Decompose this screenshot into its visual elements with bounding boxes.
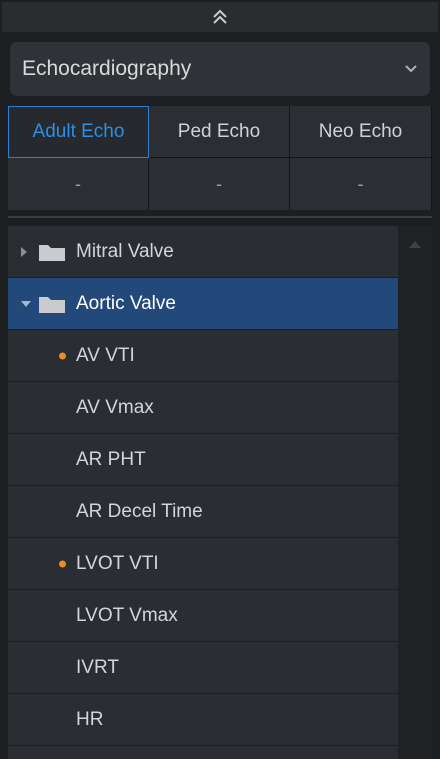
tab-neo-echo-value: - bbox=[290, 158, 432, 210]
tab-adult-echo[interactable]: Adult Echo bbox=[8, 106, 149, 158]
measurement-panel: Echocardiography Adult Echo Ped Echo Neo… bbox=[0, 0, 440, 759]
measured-marker-icon bbox=[59, 560, 66, 567]
item-label: AR PHT bbox=[76, 448, 146, 470]
tree-folder-aortic-valve[interactable]: Aortic Valve bbox=[8, 278, 398, 330]
tree-item-ar-decel-time[interactable]: AR Decel Time bbox=[8, 486, 398, 538]
tab-ped-echo-value: - bbox=[149, 158, 290, 210]
tree-item-lvot-vti[interactable]: LVOT VTI bbox=[8, 538, 398, 590]
item-label: AV VTI bbox=[76, 344, 135, 366]
tab-adult-echo-value: - bbox=[8, 158, 149, 210]
item-label: LVOT VTI bbox=[76, 552, 159, 574]
item-label: LVOT Vmax bbox=[76, 604, 178, 626]
item-label: AR Decel Time bbox=[76, 500, 203, 522]
tab-ped-echo[interactable]: Ped Echo bbox=[149, 106, 290, 158]
divider bbox=[8, 216, 432, 218]
folder-open-icon bbox=[39, 296, 65, 313]
item-label: IVRT bbox=[76, 656, 119, 678]
expand-arrow-icon[interactable] bbox=[20, 246, 28, 258]
tree-item-lvot-vmax[interactable]: LVOT Vmax bbox=[8, 590, 398, 642]
double-chevron-up-icon bbox=[213, 9, 227, 24]
module-select-value: Echocardiography bbox=[22, 57, 192, 80]
tree-item-ar-pht[interactable]: AR PHT bbox=[8, 434, 398, 486]
folder-label: Mitral Valve bbox=[76, 240, 174, 262]
measured-marker-icon bbox=[59, 352, 66, 359]
collapse-arrow-icon[interactable] bbox=[20, 300, 32, 308]
folder-icon bbox=[39, 244, 65, 261]
scroll-up-arrow-icon[interactable] bbox=[408, 240, 422, 249]
tab-neo-echo[interactable]: Neo Echo bbox=[290, 106, 432, 158]
module-select[interactable]: Echocardiography bbox=[10, 42, 430, 96]
chevron-down-icon bbox=[405, 65, 417, 73]
echo-type-tabs: Adult Echo Ped Echo Neo Echo - - - bbox=[8, 106, 432, 210]
tree-folder-mitral-valve[interactable]: Mitral Valve bbox=[8, 226, 398, 278]
measurement-tree: Mitral Valve Aortic Valve AV VTI AV Vmax… bbox=[8, 226, 398, 759]
tree-item-av-vti[interactable]: AV VTI bbox=[8, 330, 398, 382]
folder-label: Aortic Valve bbox=[76, 292, 176, 314]
item-label: AV Vmax bbox=[76, 396, 154, 418]
collapse-panel-button[interactable] bbox=[2, 2, 438, 32]
tree-scrollbar[interactable] bbox=[398, 226, 432, 759]
tree-item-av-vmax[interactable]: AV Vmax bbox=[8, 382, 398, 434]
tree-item-ivrt[interactable]: IVRT bbox=[8, 642, 398, 694]
tree-item-hr[interactable]: HR bbox=[8, 694, 398, 746]
item-label: HR bbox=[76, 708, 104, 730]
